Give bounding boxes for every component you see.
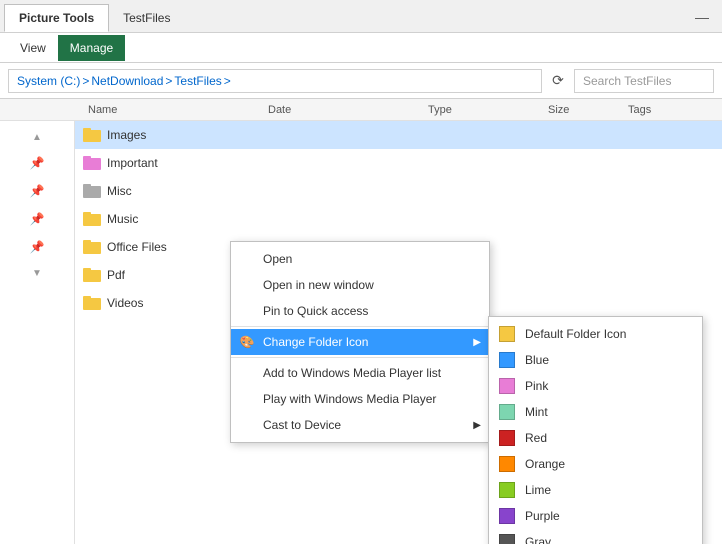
address-bar: System (C:) > NetDownload > TestFiles > … bbox=[0, 63, 722, 99]
ribbon: View Manage bbox=[0, 33, 722, 63]
tab-testfiles[interactable]: TestFiles bbox=[109, 4, 184, 32]
file-name: Images bbox=[107, 128, 146, 142]
open-icon bbox=[239, 251, 255, 267]
file-name: Music bbox=[107, 212, 138, 226]
context-menu: Open Open in new window Pin to Quick acc… bbox=[230, 241, 490, 443]
file-name: Videos bbox=[107, 296, 143, 310]
submenu-item-red[interactable]: Red bbox=[489, 425, 702, 451]
folder-icon bbox=[83, 296, 101, 310]
path-testfiles[interactable]: TestFiles bbox=[174, 74, 221, 88]
sidebar: ▲ 📌 📌 📌 📌 ▼ bbox=[0, 121, 75, 544]
submenu-item-pink[interactable]: Pink bbox=[489, 373, 702, 399]
menu-item-cast-to-device[interactable]: Cast to Device ▶ bbox=[231, 412, 489, 438]
gray-swatch bbox=[499, 534, 515, 544]
default-folder-swatch bbox=[499, 326, 515, 342]
address-path[interactable]: System (C:) > NetDownload > TestFiles > bbox=[8, 69, 542, 93]
wmp-icon bbox=[239, 365, 255, 381]
menu-item-open[interactable]: Open bbox=[231, 246, 489, 272]
lime-swatch bbox=[499, 482, 515, 498]
orange-swatch bbox=[499, 456, 515, 472]
sidebar-up-arrow[interactable]: ▲ bbox=[29, 129, 45, 145]
folder-icon bbox=[83, 184, 101, 198]
menu-separator bbox=[231, 326, 489, 327]
submenu-item-blue[interactable]: Blue bbox=[489, 347, 702, 373]
submenu-item-default[interactable]: Default Folder Icon bbox=[489, 321, 702, 347]
pink-swatch bbox=[499, 378, 515, 394]
search-box[interactable]: Search TestFiles bbox=[574, 69, 714, 93]
submenu-item-purple[interactable]: Purple bbox=[489, 503, 702, 529]
list-item[interactable]: Important bbox=[75, 149, 722, 177]
mint-swatch bbox=[499, 404, 515, 420]
menu-item-open-new-window[interactable]: Open in new window bbox=[231, 272, 489, 298]
sidebar-down-arrow[interactable]: ▼ bbox=[29, 265, 45, 281]
cast-icon bbox=[239, 417, 255, 433]
folder-icon bbox=[83, 128, 101, 142]
file-name: Misc bbox=[107, 184, 132, 198]
col-header-type[interactable]: Type bbox=[420, 104, 540, 116]
sidebar-pin-icon[interactable]: 📌 bbox=[27, 153, 47, 173]
path-system[interactable]: System (C:) bbox=[17, 74, 80, 88]
list-item[interactable]: Images bbox=[75, 121, 722, 149]
chevron-icon-2: > bbox=[165, 74, 172, 88]
paint-icon: 🎨 bbox=[239, 334, 255, 350]
refresh-button[interactable]: ⟳ bbox=[546, 69, 570, 93]
file-name: Pdf bbox=[107, 268, 125, 282]
title-bar: Picture Tools TestFiles — bbox=[0, 0, 722, 33]
ribbon-tab-view[interactable]: View bbox=[8, 35, 58, 61]
menu-item-add-wmp[interactable]: Add to Windows Media Player list bbox=[231, 360, 489, 386]
col-header-tags[interactable]: Tags bbox=[620, 104, 700, 116]
submenu-item-orange[interactable]: Orange bbox=[489, 451, 702, 477]
col-header-date[interactable]: Date bbox=[260, 104, 420, 116]
chevron-icon-3: > bbox=[224, 74, 231, 88]
menu-item-pin-quick-access[interactable]: Pin to Quick access bbox=[231, 298, 489, 324]
open-new-window-icon bbox=[239, 277, 255, 293]
folder-icon bbox=[83, 212, 101, 226]
file-name: Office Files bbox=[107, 240, 167, 254]
sidebar-pin-icon-2[interactable]: 📌 bbox=[27, 181, 47, 201]
pin-icon bbox=[239, 303, 255, 319]
submenu-change-folder-icon: Default Folder Icon Blue Pink Mint Red O… bbox=[488, 316, 703, 544]
menu-separator-2 bbox=[231, 357, 489, 358]
submenu-item-mint[interactable]: Mint bbox=[489, 399, 702, 425]
folder-icon bbox=[83, 240, 101, 254]
menu-item-play-wmp[interactable]: Play with Windows Media Player bbox=[231, 386, 489, 412]
column-headers: Name Date Type Size Tags bbox=[0, 99, 722, 121]
purple-swatch bbox=[499, 508, 515, 524]
file-name: Important bbox=[107, 156, 158, 170]
list-item[interactable]: Misc bbox=[75, 177, 722, 205]
chevron-icon: > bbox=[82, 74, 89, 88]
play-icon bbox=[239, 391, 255, 407]
minimize-button[interactable]: — bbox=[682, 0, 722, 33]
submenu-arrow-icon: ▶ bbox=[473, 337, 481, 348]
submenu-item-gray[interactable]: Gray bbox=[489, 529, 702, 544]
menu-item-change-folder-icon[interactable]: 🎨 Change Folder Icon ▶ bbox=[231, 329, 489, 355]
cast-submenu-arrow-icon: ▶ bbox=[473, 420, 481, 431]
tab-picture-tools[interactable]: Picture Tools bbox=[4, 4, 109, 32]
blue-swatch bbox=[499, 352, 515, 368]
col-header-name[interactable]: Name bbox=[80, 104, 260, 116]
folder-icon bbox=[83, 268, 101, 282]
list-item[interactable]: Music bbox=[75, 205, 722, 233]
red-swatch bbox=[499, 430, 515, 446]
main-area: ▲ 📌 📌 📌 📌 ▼ Images Important Misc Music … bbox=[0, 121, 722, 544]
sidebar-pin-icon-3[interactable]: 📌 bbox=[27, 209, 47, 229]
sidebar-pin-icon-4[interactable]: 📌 bbox=[27, 237, 47, 257]
file-list: Images Important Misc Music Office Files… bbox=[75, 121, 722, 544]
path-netdownload[interactable]: NetDownload bbox=[91, 74, 163, 88]
submenu-item-lime[interactable]: Lime bbox=[489, 477, 702, 503]
ribbon-tab-manage[interactable]: Manage bbox=[58, 35, 125, 61]
col-header-size[interactable]: Size bbox=[540, 104, 620, 116]
folder-icon bbox=[83, 156, 101, 170]
